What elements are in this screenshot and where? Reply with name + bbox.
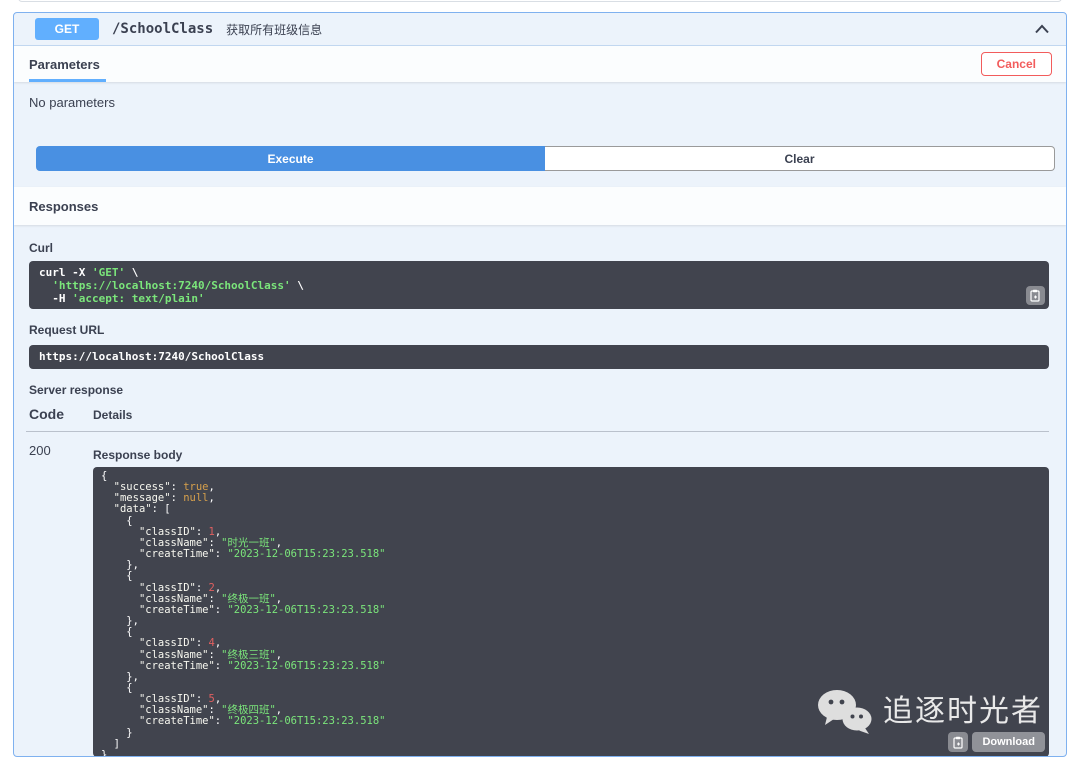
tab-parameters[interactable]: Parameters <box>29 57 106 82</box>
execute-bar: Execute Clear <box>36 146 1055 171</box>
previous-block-edge <box>18 0 1062 2</box>
server-response-table: Code Details 200 Response body { "succes… <box>26 406 1049 757</box>
response-actions: Download <box>948 732 1045 752</box>
code-column-header: Code <box>29 406 64 422</box>
response-body-label: Response body <box>93 448 183 462</box>
execute-button[interactable]: Execute <box>36 146 545 171</box>
response-body-block: { "success": true, "message": null, "dat… <box>93 467 1049 757</box>
cancel-button[interactable]: Cancel <box>980 52 1052 76</box>
chevron-up-icon[interactable] <box>1034 24 1050 34</box>
operation-summary[interactable]: GET /SchoolClass 获取所有班级信息 <box>14 13 1066 46</box>
request-url-label: Request URL <box>29 323 105 337</box>
response-body-code: { "success": true, "message": null, "dat… <box>101 470 386 757</box>
copy-curl-icon[interactable] <box>1026 286 1045 305</box>
download-button[interactable]: Download <box>972 732 1045 752</box>
responses-title: Responses <box>29 198 99 214</box>
request-url-value: https://localhost:7240/SchoolClass <box>39 350 265 363</box>
curl-label: Curl <box>29 241 53 255</box>
watermark: 追逐时光者 <box>817 689 1043 735</box>
server-response-label: Server response <box>29 383 124 397</box>
clear-button[interactable]: Clear <box>545 146 1055 171</box>
watermark-text: 追逐时光者 <box>883 695 1043 729</box>
method-badge: GET <box>35 18 99 40</box>
response-row-200: 200 Response body { "success": true, "me… <box>29 432 1049 757</box>
no-parameters-text: No parameters <box>29 95 115 110</box>
parameters-section-header: Parameters Cancel <box>14 46 1066 82</box>
responses-section-header: Responses <box>14 187 1066 225</box>
request-url-block: https://localhost:7240/SchoolClass <box>29 345 1049 369</box>
wechat-icon <box>818 690 872 734</box>
opblock-get-schoolclass: GET /SchoolClass 获取所有班级信息 Parameters Can… <box>13 12 1067 757</box>
responses-body: Curl curl -X 'GET' \ 'https://localhost:… <box>14 225 1066 757</box>
curl-code: curl -X 'GET' \ 'https://localhost:7240/… <box>39 266 304 305</box>
operation-path: /SchoolClass <box>112 21 214 37</box>
operation-description: 获取所有班级信息 <box>226 22 323 37</box>
response-details-cell: Response body { "success": true, "messag… <box>93 432 1049 757</box>
copy-response-icon[interactable] <box>948 732 969 752</box>
curl-command-block: curl -X 'GET' \ 'https://localhost:7240/… <box>29 261 1049 309</box>
details-column-header: Details <box>93 408 133 422</box>
status-code: 200 <box>29 443 51 458</box>
response-table-header: Code Details <box>29 406 1049 422</box>
